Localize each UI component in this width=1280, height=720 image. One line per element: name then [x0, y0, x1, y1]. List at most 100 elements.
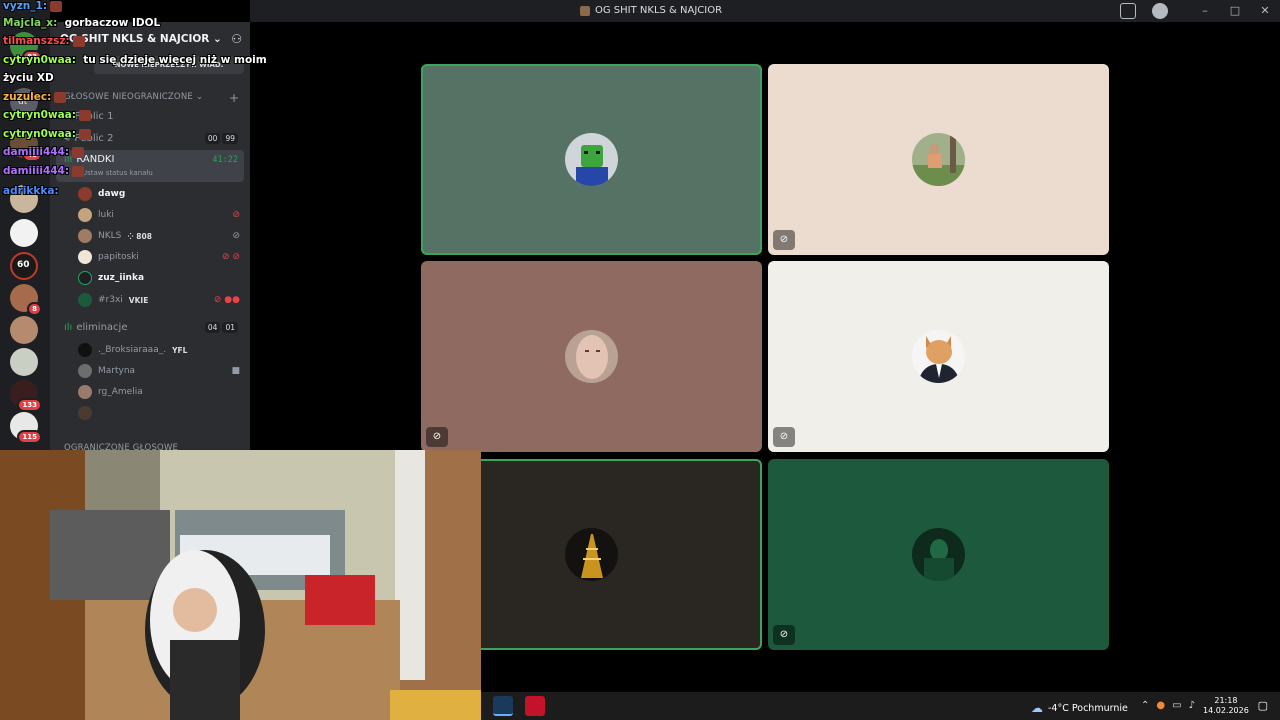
chat-username: damiiii444: [3, 165, 70, 177]
username: zuz_iinka [98, 273, 145, 283]
user-tag: VKIE [128, 295, 149, 305]
youtube-app-icon[interactable] [525, 696, 545, 716]
emote-icon [72, 165, 85, 177]
system-clock[interactable]: 21:18 14.02.2026 [1203, 696, 1249, 716]
deafened-icon: ⊘ [426, 427, 448, 447]
voice-user[interactable] [78, 403, 244, 423]
voice-user[interactable]: Martyna ■ [78, 361, 244, 381]
chat-message: adrikkka: [3, 185, 59, 197]
voice-user[interactable]: #r3xi VKIE ⊘ ●● [78, 290, 244, 310]
webcam-image [0, 450, 481, 720]
voice-user[interactable]: NKLS ⁘ 808 ⊘ [78, 226, 244, 246]
server-icon-7[interactable]: 8 [10, 284, 42, 316]
server-icon-6[interactable]: 60 [10, 252, 38, 280]
avatar [912, 133, 965, 186]
chat-message: cytryn0waa: [3, 128, 91, 140]
mic-muted-icon: ⊘ [773, 625, 795, 645]
volume-icon[interactable]: ♪ [1189, 700, 1195, 711]
participant-tile[interactable]: ⊘ [768, 64, 1109, 255]
screen-share-icon[interactable] [1120, 3, 1136, 19]
chat-username: cytryn0waa: [3, 54, 76, 66]
channel-sidebar: OG SHIT NKLS & NAJCIOR ⌄ ⚇ NOWE NIEPRZEC… [50, 22, 250, 453]
help-icon[interactable] [1152, 3, 1168, 19]
chat-username: adrikkka: [3, 185, 59, 197]
add-channel-icon[interactable]: + [229, 91, 239, 105]
username: ._Broksiaraaa_. [98, 345, 167, 355]
app-tray-icon[interactable]: ● [1156, 700, 1165, 711]
category-voice-unlimited[interactable]: GŁOSOWE NIEOGRANICZONE ⌄ + [64, 91, 239, 105]
chat-username: cytryn0waa: [3, 128, 76, 140]
close-button[interactable]: ✕ [1250, 0, 1280, 22]
network-icon[interactable]: ▭ [1172, 700, 1181, 711]
avatar [78, 406, 92, 420]
chat-username: damiiii444: [3, 146, 70, 158]
server-icon [580, 5, 590, 16]
windows-taskbar: ☁ -4°C Pochmurnie ⌃ ● ▭ ♪ 21:18 14.02.20… [481, 692, 1280, 720]
unread-badge: 115 [17, 430, 42, 444]
chat-text: gorbaczow IDOL [64, 17, 161, 29]
clock-time: 21:18 [1214, 696, 1238, 705]
voice-user[interactable]: dawg [78, 184, 244, 204]
voice-user[interactable]: papitoski ⊘ ⊘ [78, 247, 244, 267]
category-label: GŁOSOWE NIEOGRANICZONE [64, 92, 193, 102]
channel-label: eliminacje [76, 321, 128, 333]
avatar [78, 250, 92, 264]
emote-icon [72, 35, 85, 47]
username: dawg [98, 189, 126, 199]
participant-tile[interactable]: ⊘ [421, 261, 762, 452]
invite-people-icon[interactable]: ⚇ [231, 32, 242, 46]
video-icon: ■ [231, 366, 240, 376]
server-icon-11[interactable]: 115 [10, 412, 42, 444]
channel-eliminacje[interactable]: ılı eliminacje 04 01 [56, 317, 244, 337]
user-tag: YFL [172, 345, 188, 355]
avatar [78, 364, 92, 378]
participant-tile[interactable] [421, 64, 762, 255]
chat-text: życiu XD [3, 72, 54, 84]
username: NKLS [98, 231, 122, 241]
window-title-text: OG SHIT NKLS & NAJCIOR [595, 5, 723, 16]
server-icon-8[interactable] [10, 316, 38, 344]
server-icon-9[interactable] [10, 348, 38, 376]
participant-tile[interactable]: ⊘ [768, 261, 1109, 452]
chat-message: cytryn0waa: tu się dzieje więcej niż w m… [3, 54, 267, 66]
emote-icon [78, 128, 91, 140]
voice-user[interactable]: rg_Amelia [78, 382, 244, 402]
user-limit: 01 [222, 321, 238, 333]
server-rail: 83 dt 48 60 8 133 115 [0, 0, 50, 450]
deafened-icon: ⊘ [232, 231, 240, 241]
avatar [78, 208, 92, 222]
chat-username: cytryn0waa: [3, 109, 76, 121]
emote-icon [78, 109, 91, 121]
avatar [565, 133, 618, 186]
steam-app-icon[interactable] [493, 696, 513, 716]
chat-message: zuzulec: [3, 91, 67, 103]
tray-expand-icon[interactable]: ⌃ [1141, 700, 1149, 711]
server-icon-5[interactable] [10, 219, 38, 247]
participant-tile[interactable]: ⊘ [768, 459, 1109, 650]
avatar [78, 293, 92, 307]
server-icon-10[interactable]: 133 [10, 380, 42, 412]
weather-widget[interactable]: ☁ -4°C Pochmurnie [1031, 701, 1128, 715]
chat-username: Majcla_x: [3, 17, 58, 29]
chat-username: vyzn_1: [3, 0, 48, 12]
maximize-button[interactable]: □ [1220, 0, 1250, 22]
user-limit: 99 [222, 132, 238, 144]
avatar [565, 330, 618, 383]
webcam-feed [0, 450, 481, 720]
minimize-button[interactable]: – [1190, 0, 1220, 22]
user-count: 00 [204, 132, 221, 144]
username: rg_Amelia [98, 387, 143, 397]
chat-message: damiiii444: [3, 146, 85, 158]
voice-user[interactable]: luki ⊘ [78, 205, 244, 225]
voice-user[interactable]: zuz_iinka [78, 268, 244, 288]
user-count: 04 [204, 321, 221, 333]
voice-user[interactable]: ._Broksiaraaa_. YFL [78, 340, 244, 360]
channel-status[interactable]: Ustaw status kanału [82, 169, 153, 177]
chat-message: damiiii444: [3, 165, 85, 177]
avatar [912, 528, 965, 581]
chat-message: życiu XD [3, 72, 54, 84]
channel-randki[interactable]: ılı RANDKI 41:22 Ustaw status kanału [56, 150, 244, 182]
chat-message: Majcla_x: gorbaczow IDOL [3, 17, 160, 29]
avatar [78, 187, 92, 201]
notification-icon[interactable]: ▢ [1258, 699, 1268, 712]
